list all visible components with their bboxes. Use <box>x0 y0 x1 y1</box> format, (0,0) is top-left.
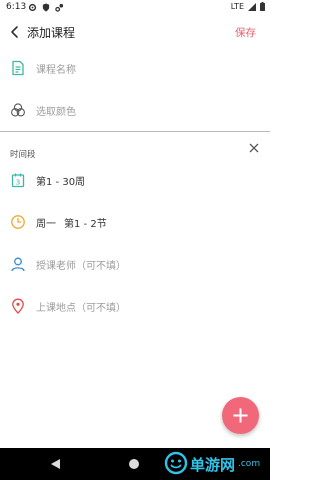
color-picker-label[interactable]: 选取颜色 <box>36 103 76 118</box>
battery-icon <box>260 2 265 11</box>
add-time-button[interactable] <box>222 397 259 434</box>
course-name-input[interactable]: 课程名称 <box>36 61 76 76</box>
day-period-field[interactable]: 周一 第1 - 2节 <box>0 210 270 234</box>
clock-icon <box>11 215 25 229</box>
status-icons-left <box>28 3 64 12</box>
color-picker-field[interactable]: 选取颜色 <box>0 98 270 122</box>
teacher-input[interactable]: 授课老师（可不填） <box>36 257 126 272</box>
location-input[interactable]: 上课地点（可不填） <box>36 299 126 314</box>
day-value[interactable]: 周一 <box>36 215 56 230</box>
watermark: 单游网 .com <box>160 447 270 480</box>
weeks-field[interactable]: 3 第1 - 30周 <box>0 168 270 192</box>
close-icon[interactable] <box>248 142 260 154</box>
settings-icon <box>28 3 37 12</box>
weeks-value[interactable]: 第1 - 30周 <box>36 173 85 188</box>
link-icon <box>55 3 64 12</box>
person-icon <box>11 257 25 272</box>
plus-icon <box>233 408 248 423</box>
calendar-number: 3 <box>16 178 20 186</box>
signal-icon <box>248 2 256 11</box>
app-bar: 添加课程 保存 <box>0 16 270 48</box>
calendar-icon: 3 <box>11 173 25 188</box>
shield-icon <box>42 3 50 12</box>
location-pin-icon <box>12 298 24 314</box>
watermark-text: 单游网 <box>190 456 236 474</box>
status-icons-right: LTE <box>231 2 265 11</box>
document-icon <box>12 60 24 76</box>
location-field[interactable]: 上课地点（可不填） <box>0 294 270 318</box>
back-arrow-icon[interactable] <box>7 24 23 40</box>
teacher-field[interactable]: 授课老师（可不填） <box>0 252 270 276</box>
period-value[interactable]: 第1 - 2节 <box>64 215 107 230</box>
status-bar: 6:13 LTE <box>0 0 270 16</box>
save-button[interactable]: 保存 <box>235 25 256 40</box>
watermark-domain: .com <box>238 459 261 469</box>
nav-home-button[interactable] <box>129 459 139 469</box>
status-time: 6:13 <box>6 2 27 12</box>
course-name-field[interactable]: 课程名称 <box>0 56 270 80</box>
color-palette-icon <box>11 103 25 117</box>
page-title: 添加课程 <box>27 26 76 40</box>
nav-back-icon[interactable] <box>50 458 61 470</box>
divider <box>0 131 270 132</box>
section-label: 时间段 <box>10 150 36 160</box>
watermark-logo-icon <box>164 451 188 475</box>
network-type: LTE <box>230 2 244 11</box>
